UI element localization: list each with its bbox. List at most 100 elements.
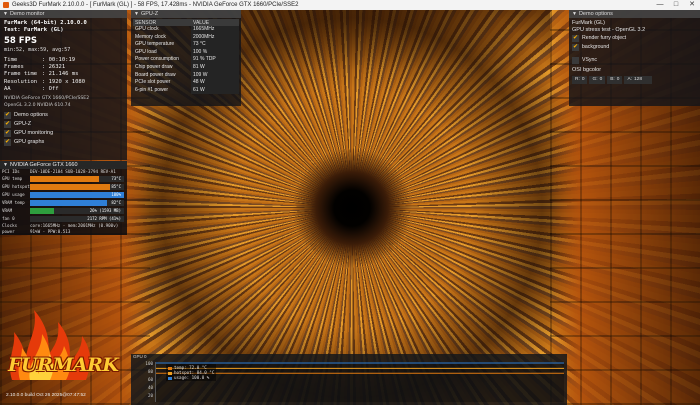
option-gpu-monitoring[interactable]: ✔ GPU monitoring bbox=[4, 129, 123, 138]
demo-options-panel: ▼ Demo options FurMark (GL) GPU stress t… bbox=[569, 10, 700, 106]
demo-monitor-header[interactable]: ▼ Demo monitor bbox=[0, 10, 127, 18]
sensor-value: 91 % TDP bbox=[191, 56, 239, 64]
gpu-graph-panel: GPU 0 100 80 60 40 20 temp: 72.0 °C hotspot: … bbox=[131, 354, 567, 405]
option-label: background bbox=[582, 44, 610, 50]
option-vsync[interactable]: VSync bbox=[572, 56, 697, 65]
color-field-b[interactable]: B: 0 bbox=[607, 76, 623, 84]
legend-item: usage: 100.0 % bbox=[168, 375, 214, 380]
demo-option-checks: ✔ Render furry object ✔ background VSync bbox=[572, 34, 697, 65]
monitor-bar-fill bbox=[30, 208, 55, 214]
monitor-bar: 73°C bbox=[30, 176, 124, 182]
table-row: PCIe slot power 48 W bbox=[133, 79, 239, 87]
collapse-triangle-icon[interactable]: ▼ bbox=[3, 10, 8, 18]
monitor-value: 100% bbox=[111, 192, 121, 197]
close-icon[interactable]: ✕ bbox=[684, 0, 700, 10]
gpuz-header-row: SENSOR VALUE bbox=[133, 19, 239, 26]
stat-value: : 1920 x 1080 bbox=[42, 78, 86, 85]
color-field-r[interactable]: R: 0 bbox=[572, 76, 588, 84]
minimize-icon[interactable]: — bbox=[652, 0, 668, 10]
option-label: Demo options bbox=[14, 112, 48, 119]
maximize-icon[interactable]: □ bbox=[668, 0, 684, 10]
sensor-value: 48 W bbox=[191, 79, 239, 87]
checkbox[interactable]: ✔ bbox=[4, 139, 11, 147]
monitor-bar-fill bbox=[30, 176, 99, 182]
monitor-bar-fill bbox=[30, 184, 110, 190]
gpu-monitor-header[interactable]: ▼ NVIDIA GeForce GTX 1660 bbox=[0, 161, 127, 169]
monitor-value: 82°C bbox=[111, 200, 121, 205]
logo-wordmark: FURMARK bbox=[8, 354, 119, 376]
color-field-a[interactable]: A: 128 bbox=[624, 76, 653, 84]
sensor-value: 81 W bbox=[191, 63, 239, 72]
checkbox[interactable] bbox=[572, 57, 579, 64]
table-row: GPU load 100 % bbox=[133, 48, 239, 57]
furmark-version: FurMark (64-bit) 2.10.0.0 bbox=[4, 20, 87, 26]
demo-test-name: FurMark (GL) bbox=[572, 20, 605, 26]
field-value: 0 bbox=[616, 77, 620, 82]
monitor-bar-fill bbox=[30, 200, 108, 206]
y-tick-label: 20 bbox=[147, 393, 153, 398]
sensor-name: PCIe slot power bbox=[135, 79, 171, 86]
gpuz-sensor-table: SENSOR VALUE GPU clock 1665MHz Memory cloc… bbox=[133, 19, 239, 95]
sensor-name: 6-pin #1 power bbox=[135, 86, 169, 93]
stat-value: : 21.146 ms bbox=[42, 71, 79, 78]
monitor-label: fan 0 bbox=[2, 216, 15, 221]
monitor-label: GPU temp bbox=[2, 176, 23, 181]
monitor-bar: 82°C bbox=[30, 200, 124, 206]
collapse-triangle-icon[interactable]: ▼ bbox=[134, 10, 139, 18]
gpuz-title: GPU-Z bbox=[140, 11, 159, 17]
y-tick-label: 60 bbox=[147, 377, 153, 382]
furmark-logo: FURMARK 2.10.0.0 build Oct 26 2025@07:47… bbox=[2, 300, 122, 402]
test-name: Test: FurMark (GL) bbox=[4, 27, 64, 33]
demo-test-desc: GPU stress test - OpenGL 3.2 bbox=[572, 27, 646, 33]
monitor-bar-fill bbox=[30, 216, 69, 222]
osi-bgcolor-fields: R: 0 G: 0 B: 0 A: 128 bbox=[572, 76, 697, 84]
y-tick-label: 40 bbox=[147, 385, 153, 390]
col-value: VALUE bbox=[191, 19, 239, 26]
monitor-bar: 26% (1593 MB) bbox=[30, 208, 124, 214]
monitor-bar-fill bbox=[30, 192, 124, 198]
option-render-furry-object[interactable]: ✔ Render furry object bbox=[572, 34, 697, 43]
collapse-triangle-icon[interactable]: ▼ bbox=[3, 161, 8, 169]
gpuz-panel: ▼ GPU-Z SENSOR VALUE GPU clock 1665MHz Mem… bbox=[131, 10, 241, 106]
monitor-row: GPU temp 73°C bbox=[0, 175, 127, 183]
power-row: power 91%W - PPW:0.513 bbox=[0, 229, 127, 235]
stats-list: Time: 00:10:19 Frames: 26321 Frame time: 2… bbox=[4, 57, 123, 93]
color-field-g[interactable]: G: 0 bbox=[589, 76, 606, 84]
checkbox[interactable]: ✔ bbox=[572, 35, 579, 42]
stat-row: AA: Off bbox=[4, 86, 123, 93]
option-gpu-z[interactable]: ✔ GPU-Z bbox=[4, 120, 123, 129]
sensor-value: 1665MHz bbox=[191, 26, 239, 34]
option-label: GPU monitoring bbox=[14, 130, 54, 137]
checkbox[interactable]: ✔ bbox=[4, 130, 11, 138]
sensor-name: Chip power draw bbox=[135, 63, 173, 70]
monitor-bar: 85°C bbox=[30, 184, 124, 190]
checkbox[interactable]: ✔ bbox=[572, 44, 579, 51]
y-tick-label: 100 bbox=[145, 361, 153, 366]
option-gpu-graphs[interactable]: ✔ GPU graphs bbox=[4, 138, 123, 147]
stat-key: Time bbox=[4, 57, 18, 63]
table-row: Memory clock 2000MHz bbox=[133, 33, 239, 42]
monitor-bar: 2172 RPM (41%) bbox=[30, 216, 124, 222]
power-label: power bbox=[2, 229, 15, 234]
sensor-value: 61 W bbox=[191, 86, 239, 95]
field-value: 128 bbox=[634, 77, 643, 82]
option-label: GPU-Z bbox=[14, 121, 32, 128]
collapse-triangle-icon[interactable]: ▼ bbox=[572, 10, 577, 18]
table-row: Chip power draw 81 W bbox=[133, 63, 239, 72]
stat-value: : 26321 bbox=[42, 64, 66, 71]
checkbox[interactable]: ✔ bbox=[4, 112, 11, 120]
graph-svg bbox=[156, 362, 564, 374]
stat-row: Frames: 26321 bbox=[4, 64, 123, 71]
field-label: A: bbox=[627, 77, 632, 82]
sensor-value: 2000MHz bbox=[191, 33, 239, 42]
monitor-row: fan 0 2172 RPM (41%) bbox=[0, 215, 127, 223]
table-row: GPU temperature 73 °C bbox=[133, 41, 239, 49]
gpu-monitor-panel: ▼ NVIDIA GeForce GTX 1660 PCI IDs DEV-10… bbox=[0, 161, 127, 235]
checkbox[interactable]: ✔ bbox=[4, 121, 11, 129]
option-demo-options[interactable]: ✔ Demo options bbox=[4, 111, 123, 120]
table-row: GPU clock 1665MHz bbox=[133, 26, 239, 34]
demo-options-header[interactable]: ▼ Demo options bbox=[569, 10, 700, 18]
sensor-value: 109 W bbox=[191, 71, 239, 80]
gpuz-header[interactable]: ▼ GPU-Z bbox=[131, 10, 241, 18]
option-background[interactable]: ✔ background bbox=[572, 43, 697, 52]
